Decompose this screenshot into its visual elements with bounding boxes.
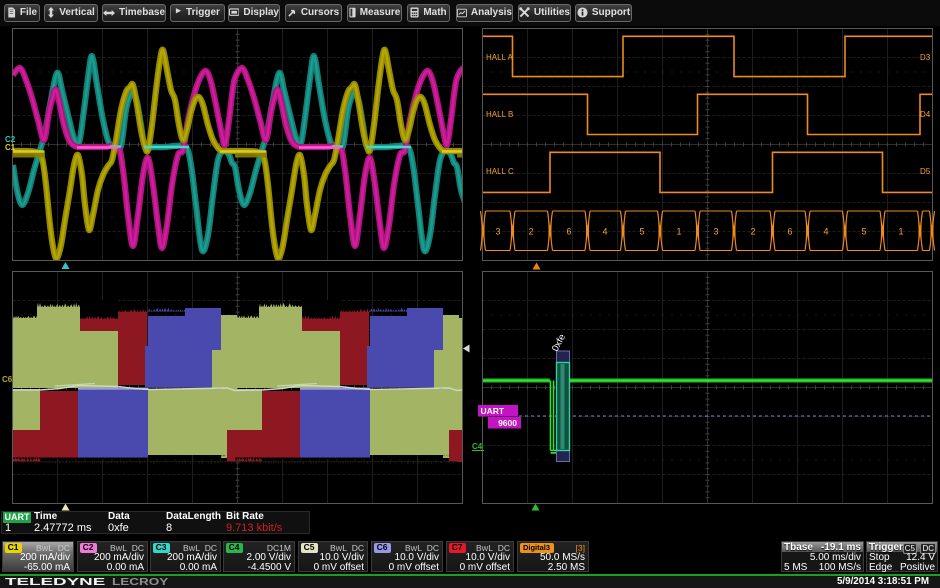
svg-text:HALL B: HALL B [486,110,513,119]
svg-text:HALL C: HALL C [486,167,514,176]
svg-text:HALL A: HALL A [486,53,513,62]
svg-text:C4: C4 [472,442,483,451]
svg-text:C6: C6 [2,375,13,384]
svg-text:2: 2 [750,227,755,237]
svg-text:5: 5 [861,227,866,237]
svg-text:3: 3 [495,227,500,237]
svg-text:6: 6 [566,227,571,237]
svg-text:UART: UART [481,406,505,416]
svg-text:1: 1 [898,227,903,237]
svg-text:4: 4 [602,227,607,237]
svg-text:D3: D3 [920,53,931,62]
svg-text:6: 6 [787,227,792,237]
svg-text:2: 2 [528,227,533,237]
svg-text:C1: C1 [5,143,16,152]
svg-text:D5: D5 [920,167,931,176]
svg-text:5: 5 [639,227,644,237]
svg-text:D4: D4 [920,110,931,119]
svg-text:1: 1 [676,227,681,237]
svg-text:3: 3 [713,227,718,237]
svg-text:4: 4 [823,227,828,237]
svg-text:9600: 9600 [498,418,517,428]
